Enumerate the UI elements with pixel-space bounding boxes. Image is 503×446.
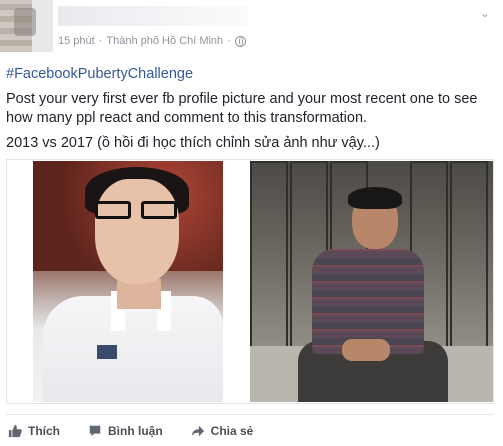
thumbs-up-icon [8,424,22,438]
post-card: 15 phút · Thành phố Hồ Chí Minh · ⌄ #Fac… [0,0,503,446]
author-avatar[interactable] [0,0,53,52]
post-paragraph: Post your very first ever fb profile pic… [6,91,478,126]
post-location[interactable]: Thành phố Hồ Chí Minh [106,35,223,47]
post-hashtag[interactable]: #FacebookPubertyChallenge [6,66,193,82]
post-meta: 15 phút · Thành phố Hồ Chí Minh · [58,35,246,47]
post-actions: Thích Bình luận Chia sẻ [6,420,494,442]
comment-button[interactable]: Bình luận [88,420,163,442]
author-name-blurred[interactable] [58,6,248,26]
chevron-down-icon[interactable]: ⌄ [477,8,493,20]
globe-icon[interactable] [234,35,246,47]
post-time[interactable]: 15 phút [58,35,95,47]
like-button[interactable]: Thích [8,420,60,442]
divider [6,414,494,415]
post-text: Post your very first ever fb profile pic… [6,90,496,159]
post-photos [6,159,494,404]
like-label: Thích [28,424,60,438]
comment-label: Bình luận [108,424,163,438]
photo-2013[interactable] [33,161,223,402]
share-label: Chia sẻ [210,424,254,438]
comment-icon [89,425,101,437]
post-paragraph: 2013 vs 2017 (ồ hồi đi học thích chỉnh s… [6,135,380,151]
share-icon [191,425,204,437]
photo-2017[interactable] [250,161,493,402]
share-button[interactable]: Chia sẻ [191,420,254,442]
meta-separator: · [227,35,231,47]
meta-separator: · [98,35,103,47]
